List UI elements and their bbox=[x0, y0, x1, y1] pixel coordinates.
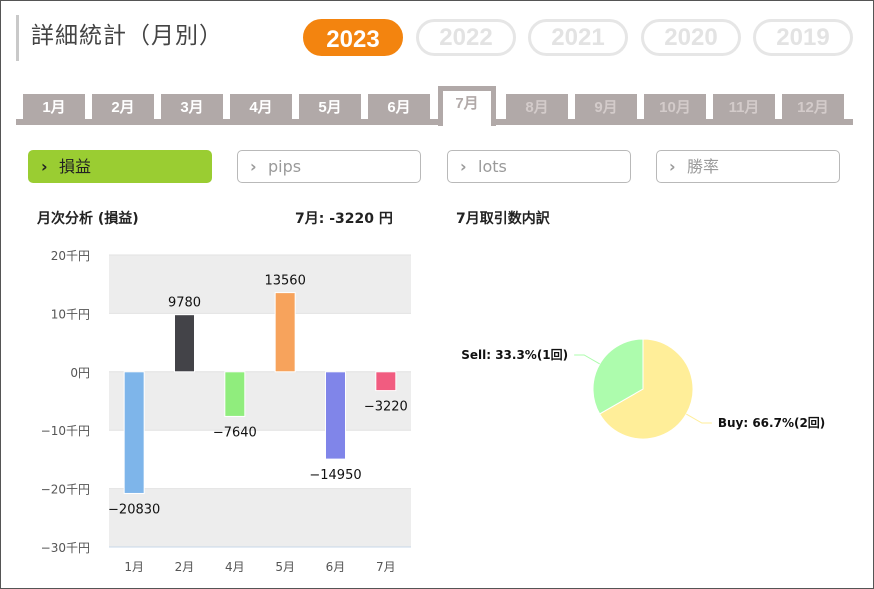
month-tab-7[interactable]: 7月 bbox=[438, 86, 496, 126]
pie-connector bbox=[574, 354, 600, 365]
metric-label: lots bbox=[478, 157, 507, 176]
bar-value-label: 13560 bbox=[264, 274, 305, 289]
year-button-2019[interactable]: 2019 bbox=[753, 19, 853, 56]
month-tab-9[interactable]: 9月 bbox=[575, 94, 637, 121]
bar bbox=[325, 371, 346, 460]
bar-value-label: 9780 bbox=[168, 296, 201, 311]
chevron-right-icon: › bbox=[669, 157, 676, 176]
year-button-2022[interactable]: 2022 bbox=[416, 19, 516, 56]
x-tick-label: 2月 bbox=[175, 560, 195, 574]
metric-label: 勝率 bbox=[687, 157, 720, 176]
chevron-right-icon: › bbox=[41, 157, 48, 176]
month-tab-11[interactable]: 11月 bbox=[713, 94, 775, 121]
metric-button-profit[interactable]: › 損益 bbox=[28, 150, 212, 183]
y-tick-label: −20千円 bbox=[41, 483, 90, 497]
y-tick-label: −30千円 bbox=[41, 541, 90, 555]
x-tick-label: 7月 bbox=[376, 560, 396, 574]
month-tab-12[interactable]: 12月 bbox=[782, 94, 844, 121]
bar-value-label: −14950 bbox=[309, 468, 361, 483]
x-tick-label: 4月 bbox=[225, 560, 245, 574]
monthly-bar-chart: 20千円 10千円 0円 −10千円 −20千円 −30千円 −20830 1月 9780 2月 −… bbox=[41, 249, 411, 574]
metric-button-winrate[interactable]: › 勝率 bbox=[656, 150, 840, 183]
month-tab-6[interactable]: 6月 bbox=[368, 94, 430, 121]
metric-label: 損益 bbox=[59, 157, 92, 176]
monthly-analysis-title: 月次分析 (損益) bbox=[37, 211, 139, 227]
year-button-2021[interactable]: 2021 bbox=[528, 19, 628, 56]
x-tick-label: 1月 bbox=[124, 560, 144, 574]
chevron-right-icon: › bbox=[250, 157, 257, 176]
stats-panel: 詳細統計（月別） 2023 2022 2021 2020 2019 1月 2月 … bbox=[0, 0, 874, 589]
y-tick-label: 10千円 bbox=[51, 307, 90, 321]
metric-button-pips[interactable]: › pips bbox=[237, 150, 421, 183]
grid-band bbox=[109, 488, 411, 547]
metric-label: pips bbox=[268, 157, 302, 176]
month-tab-2[interactable]: 2月 bbox=[92, 94, 154, 121]
bar bbox=[224, 371, 246, 417]
bar-value-label: −7640 bbox=[213, 425, 257, 440]
x-tick-label: 5月 bbox=[275, 560, 295, 574]
chevron-right-icon: › bbox=[460, 157, 467, 176]
pie-label: Sell: 33.3%(1回) bbox=[461, 348, 568, 362]
month-tab-5[interactable]: 5月 bbox=[299, 94, 361, 121]
breakdown-title: 7月取引数内訳 bbox=[456, 211, 550, 227]
trade-breakdown-pie-chart: Buy: 66.7%(2回) Sell: 33.3%(1回) bbox=[461, 338, 825, 440]
page-title: 詳細統計（月別） bbox=[16, 15, 223, 61]
x-tick-label: 6月 bbox=[326, 560, 346, 574]
y-tick-label: 20千円 bbox=[51, 249, 90, 263]
month-tab-10[interactable]: 10月 bbox=[644, 94, 706, 121]
month-tab-1[interactable]: 1月 bbox=[23, 94, 85, 121]
monthly-summary: 7月: -3220 円 bbox=[295, 211, 393, 227]
bar bbox=[274, 292, 296, 373]
bar-value-label: −20830 bbox=[108, 502, 160, 517]
month-tab-4[interactable]: 4月 bbox=[230, 94, 292, 121]
pie-connector bbox=[686, 413, 712, 424]
grid-band bbox=[109, 255, 411, 314]
month-tab-8[interactable]: 8月 bbox=[506, 94, 568, 121]
bar bbox=[375, 371, 397, 392]
year-button-2020[interactable]: 2020 bbox=[641, 19, 741, 56]
y-tick-label: −10千円 bbox=[41, 424, 90, 438]
y-tick-label: 0円 bbox=[70, 366, 90, 380]
metric-button-lots[interactable]: › lots bbox=[447, 150, 631, 183]
year-button-2023[interactable]: 2023 bbox=[303, 19, 403, 56]
bar bbox=[174, 314, 195, 373]
month-tab-3[interactable]: 3月 bbox=[161, 94, 223, 121]
pie-label: Buy: 66.7%(2回) bbox=[718, 416, 825, 430]
bar bbox=[123, 371, 145, 494]
bar-value-label: −3220 bbox=[364, 400, 408, 415]
